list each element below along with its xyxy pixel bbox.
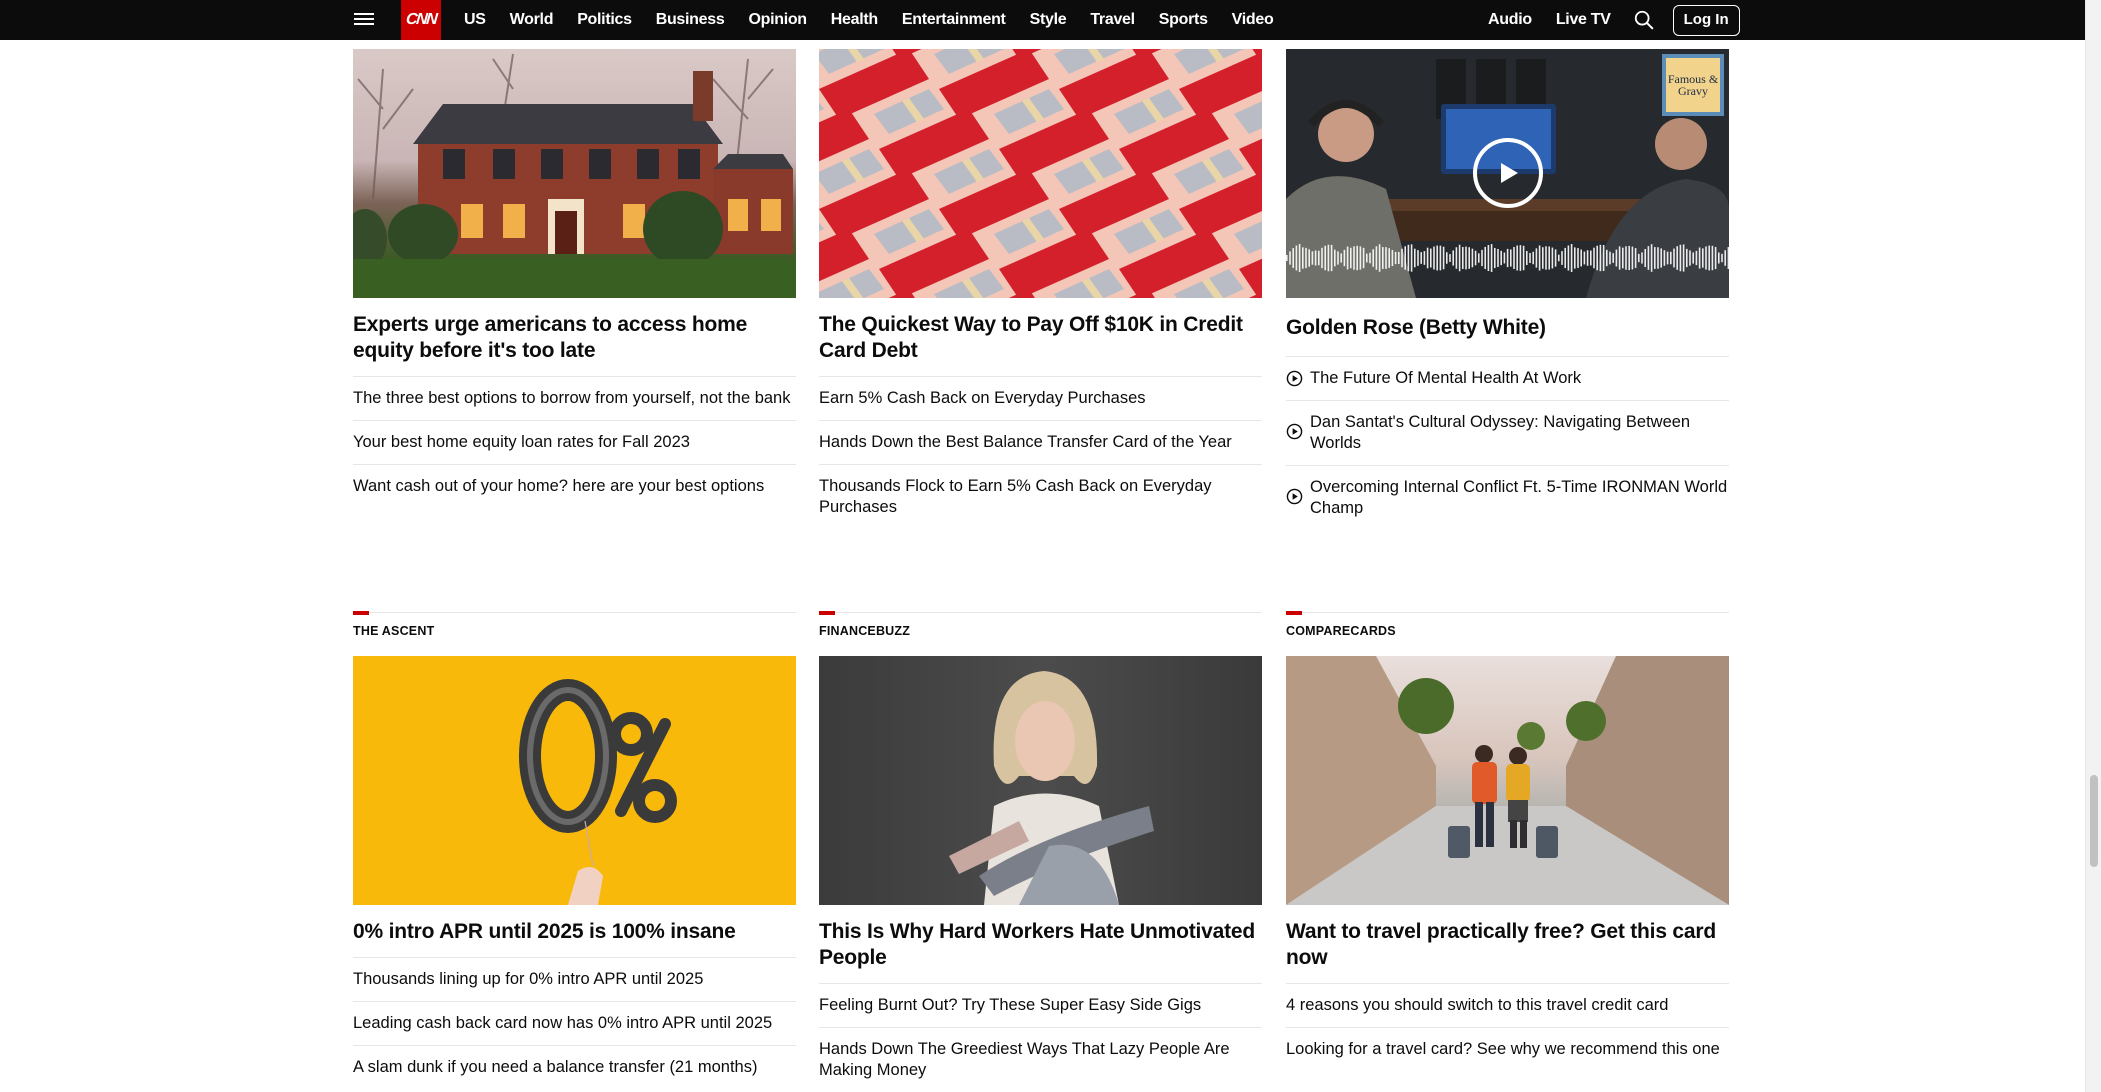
section-divider xyxy=(819,612,1262,613)
story-card-home-equity: Experts urge americans to access home eq… xyxy=(353,49,796,508)
nav-link-audio[interactable]: Audio xyxy=(1488,11,1532,29)
sponsor-label[interactable]: COMPARECARDS xyxy=(1286,624,1396,638)
video-link-title: The Future Of Mental Health At Work xyxy=(1310,369,1582,387)
related-link[interactable]: The three best options to borrow from yo… xyxy=(353,377,796,421)
badge-text: Famous & Gravy xyxy=(1666,58,1720,112)
balloon-illustration xyxy=(519,679,677,905)
login-button[interactable]: Log In xyxy=(1672,4,1740,36)
travelers-street-photo[interactable] xyxy=(1286,656,1729,905)
related-links-list: 4 reasons you should switch to this trav… xyxy=(1286,984,1729,1071)
related-link[interactable]: Looking for a travel card? See why we re… xyxy=(1286,1028,1729,1071)
play-button[interactable] xyxy=(1473,138,1543,208)
related-links-list: Thousands lining up for 0% intro APR unt… xyxy=(353,958,796,1089)
play-circle-icon xyxy=(1286,370,1303,387)
related-link[interactable]: Leading cash back card now has 0% intro … xyxy=(353,1002,796,1046)
play-circle-icon xyxy=(1286,488,1303,505)
section-divider xyxy=(1286,612,1729,613)
story-headline[interactable]: This Is Why Hard Workers Hate Unmotivate… xyxy=(819,919,1262,984)
cards-illustration xyxy=(819,49,1262,298)
nav-link-business[interactable]: Business xyxy=(656,11,725,29)
page-scrollbar[interactable] xyxy=(2085,0,2101,1092)
related-video-link[interactable]: Overcoming Internal Conflict Ft. 5-Time … xyxy=(1286,466,1729,530)
play-circle-icon xyxy=(1286,423,1303,440)
house-illustration xyxy=(353,53,796,298)
sponsor-label[interactable]: FINANCEBUZZ xyxy=(819,624,910,638)
nav-link-world[interactable]: World xyxy=(510,11,554,29)
zero-percent-balloon-photo[interactable] xyxy=(353,656,796,905)
related-link[interactable]: Want cash out of your home? here are you… xyxy=(353,465,796,508)
nav-link-us[interactable]: US xyxy=(464,11,486,29)
video-link-title: Dan Santat's Cultural Odyssey: Navigatin… xyxy=(1310,413,1691,452)
section-accent xyxy=(819,611,835,615)
house-photo[interactable] xyxy=(353,49,796,298)
related-link[interactable]: Thousands lining up for 0% intro APR unt… xyxy=(353,958,796,1002)
story-card-travel-card: Want to travel practically free? Get thi… xyxy=(1286,656,1729,1071)
related-links-list: The three best options to borrow from yo… xyxy=(353,377,796,508)
woman-portrait-photo[interactable] xyxy=(819,656,1262,905)
play-icon xyxy=(1501,163,1518,183)
famous-and-gravy-badge: Famous & Gravy xyxy=(1662,54,1724,116)
story-card-hard-workers: This Is Why Hard Workers Hate Unmotivate… xyxy=(819,656,1262,1092)
story-headline[interactable]: The Quickest Way to Pay Off $10K in Cred… xyxy=(819,312,1262,377)
credit-cards-and-cash-photo[interactable] xyxy=(819,49,1262,298)
nav-right-group: Audio Live TV Log In xyxy=(1488,0,1740,40)
nav-link-style[interactable]: Style xyxy=(1030,11,1067,29)
related-link[interactable]: A slam dunk if you need a balance transf… xyxy=(353,1046,796,1089)
search-icon[interactable] xyxy=(1633,9,1655,31)
section-divider xyxy=(353,612,796,613)
portrait-illustration xyxy=(949,671,1154,905)
cnn-logo[interactable]: CNN xyxy=(401,0,441,40)
nav-link-live-tv[interactable]: Live TV xyxy=(1556,11,1611,29)
sponsor-label[interactable]: THE ASCENT xyxy=(353,624,434,638)
story-card-credit-debt: The Quickest Way to Pay Off $10K in Cred… xyxy=(819,49,1262,529)
video-link-title: Overcoming Internal Conflict Ft. 5-Time … xyxy=(1310,478,1728,517)
story-headline[interactable]: Want to travel practically free? Get thi… xyxy=(1286,919,1729,984)
story-headline[interactable]: 0% intro APR until 2025 is 100% insane xyxy=(353,919,796,958)
story-card-podcast: Famous & Gravy Golden Rose (Betty White)… xyxy=(1286,49,1729,530)
podcast-studio-video[interactable]: Famous & Gravy xyxy=(1286,49,1729,298)
related-links-list: Earn 5% Cash Back on Everyday Purchases … xyxy=(819,377,1262,529)
related-link[interactable]: Feeling Burnt Out? Try These Super Easy … xyxy=(819,984,1262,1028)
story-card-zero-apr: 0% intro APR until 2025 is 100% insane T… xyxy=(353,656,796,1089)
section-accent xyxy=(353,611,369,615)
story-headline[interactable]: Golden Rose (Betty White) xyxy=(1286,315,1729,357)
related-video-link[interactable]: The Future Of Mental Health At Work xyxy=(1286,357,1729,401)
related-links-list: Feeling Burnt Out? Try These Super Easy … xyxy=(819,984,1262,1092)
related-video-list: The Future Of Mental Health At Work Dan … xyxy=(1286,357,1729,530)
related-link[interactable]: Hands Down the Best Balance Transfer Car… xyxy=(819,421,1262,465)
top-navigation-bar: CNN US World Politics Business Opinion H… xyxy=(0,0,2085,40)
main-nav-links: US World Politics Business Opinion Healt… xyxy=(464,0,1297,40)
related-link[interactable]: Hands Down The Greediest Ways That Lazy … xyxy=(819,1028,1262,1092)
related-link[interactable]: Thousands Flock to Earn 5% Cash Back on … xyxy=(819,465,1262,529)
story-headline[interactable]: Experts urge americans to access home eq… xyxy=(353,312,796,377)
menu-icon[interactable] xyxy=(354,10,374,29)
related-link[interactable]: 4 reasons you should switch to this trav… xyxy=(1286,984,1729,1028)
street-illustration xyxy=(1286,656,1729,905)
nav-link-travel[interactable]: Travel xyxy=(1090,11,1135,29)
nav-link-politics[interactable]: Politics xyxy=(577,11,632,29)
related-link[interactable]: Earn 5% Cash Back on Everyday Purchases xyxy=(819,377,1262,421)
nav-link-opinion[interactable]: Opinion xyxy=(748,11,807,29)
related-video-link[interactable]: Dan Santat's Cultural Odyssey: Navigatin… xyxy=(1286,401,1729,466)
nav-link-entertainment[interactable]: Entertainment xyxy=(902,11,1006,29)
related-link[interactable]: Your best home equity loan rates for Fal… xyxy=(353,421,796,465)
nav-link-video[interactable]: Video xyxy=(1232,11,1274,29)
nav-link-sports[interactable]: Sports xyxy=(1159,11,1208,29)
scrollbar-thumb[interactable] xyxy=(2090,775,2098,867)
section-accent xyxy=(1286,611,1302,615)
nav-link-health[interactable]: Health xyxy=(831,11,878,29)
